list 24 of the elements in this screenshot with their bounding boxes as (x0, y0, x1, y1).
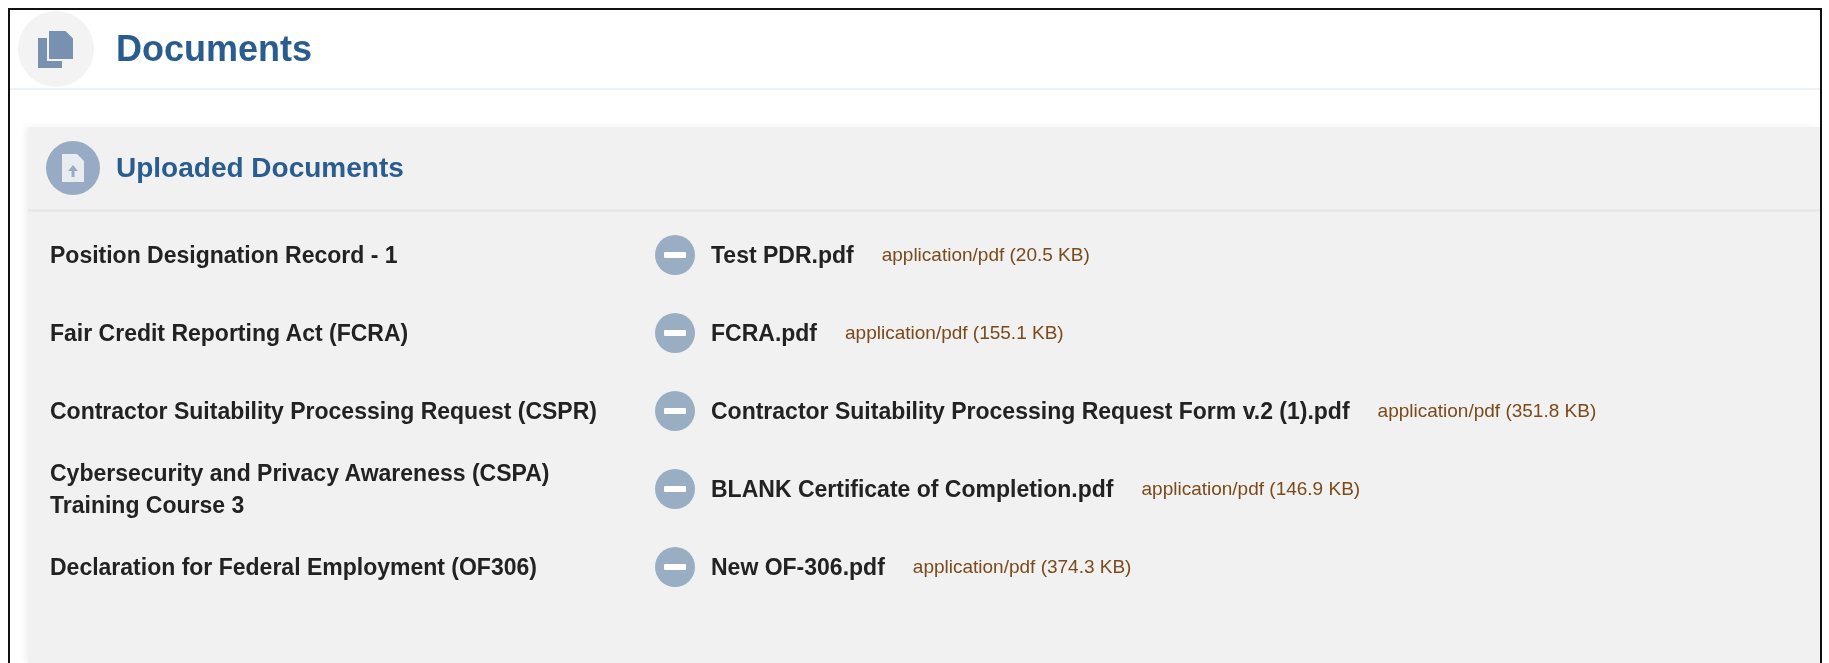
remove-button[interactable] (655, 391, 695, 431)
file-type-size: application/pdf (146.9 KB) (1141, 478, 1361, 500)
file-type-size: application/pdf (374.3 KB) (912, 556, 1132, 578)
document-type-label: Contractor Suitability Processing Request (CSPR) (50, 397, 598, 426)
remove-button[interactable] (655, 313, 695, 353)
file-type-size: application/pdf (20.5 KB) (881, 244, 1090, 266)
file-upload-icon (62, 154, 84, 182)
file-name: Test PDR.pdf (711, 241, 854, 269)
document-type-label: Cybersecurity and Privacy Awareness (CSPA) Training Course 3 (50, 459, 551, 520)
remove-button[interactable] (655, 235, 695, 275)
document-type-label: Fair Credit Reporting Act (FCRA) (50, 319, 410, 348)
remove-button[interactable] (655, 547, 695, 587)
document-type-label: Position Designation Record - 1 (50, 241, 399, 270)
page-title: Documents (116, 28, 313, 70)
file-name: FCRA.pdf (711, 319, 818, 347)
file-name: Contractor Suitability Processing Request Form v.2 (1).pdf (711, 397, 1350, 425)
panel-title: Uploaded Documents (116, 152, 404, 184)
remove-button[interactable] (655, 469, 695, 509)
file-name: New OF-306.pdf (711, 553, 885, 581)
documents-icon (36, 28, 76, 70)
document-type-label: Declaration for Federal Employment (OF306) (50, 553, 538, 582)
file-type-size: application/pdf (155.1 KB) (845, 322, 1064, 344)
file-type-size: application/pdf (351.8 KB) (1377, 400, 1597, 422)
file-name: BLANK Certificate of Completion.pdf (711, 475, 1114, 503)
